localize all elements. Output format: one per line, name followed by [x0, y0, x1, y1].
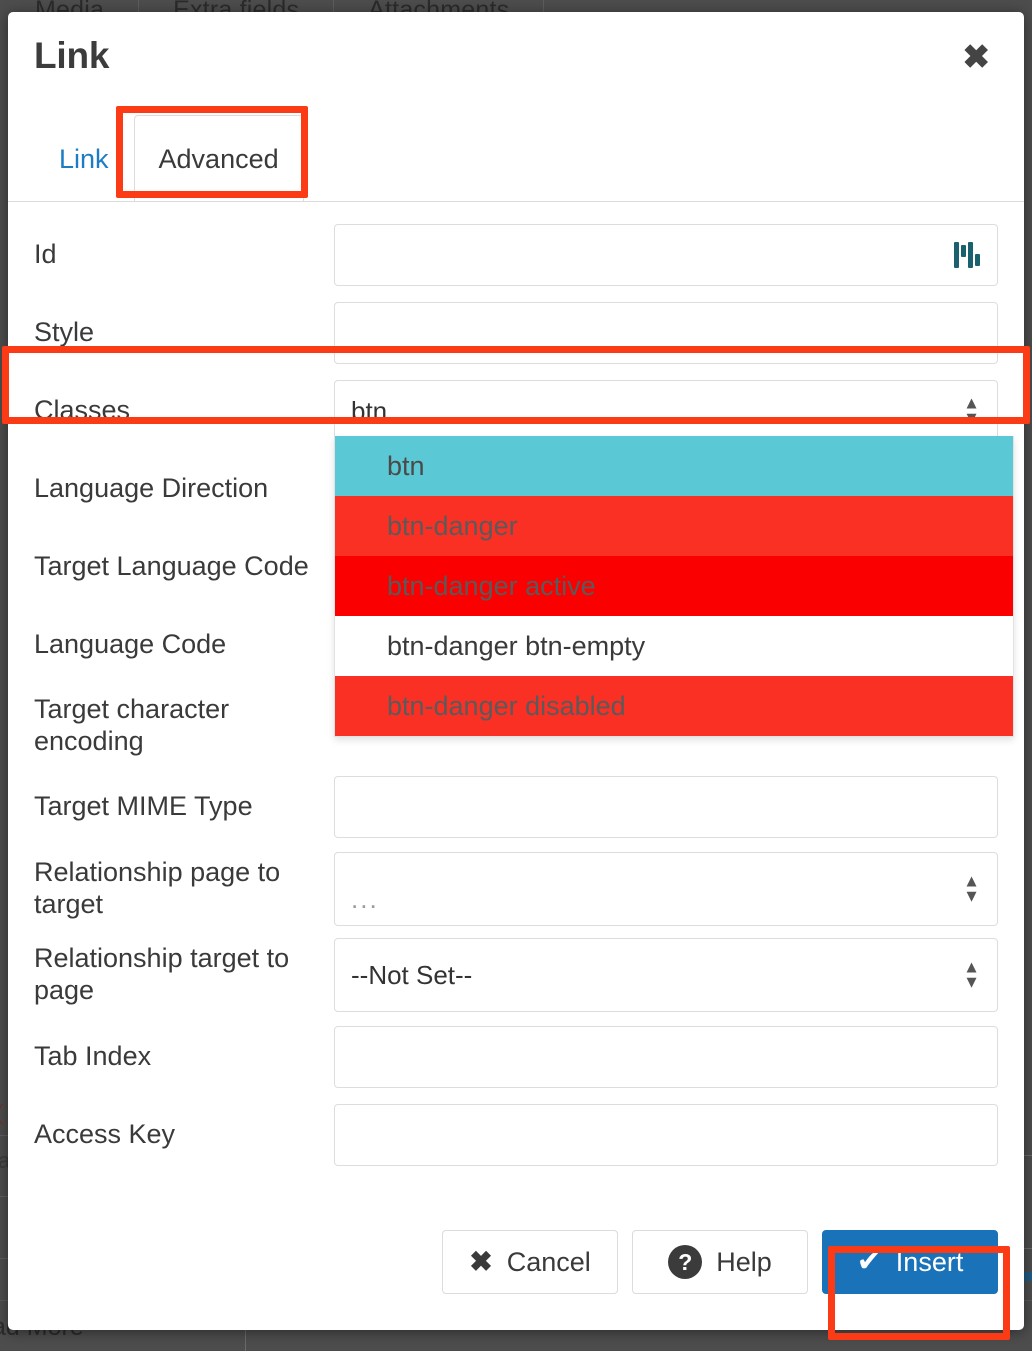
classes-option[interactable]: btn [335, 436, 1013, 496]
field-label-id: Id [34, 239, 334, 271]
help-button-label: Help [716, 1247, 772, 1278]
tab-index-field[interactable] [334, 1026, 998, 1088]
check-icon: ✔ [857, 1247, 882, 1277]
field-label-target-mime-type: Target MIME Type [34, 791, 334, 823]
question-icon: ? [668, 1245, 702, 1279]
chevron-updown-icon[interactable]: ▲▼ [963, 962, 980, 989]
form-row-relationship-page-to-target: Relationship page to target ... ▲▼ [34, 846, 998, 932]
relationship-target-to-page-select[interactable]: --Not Set-- [334, 938, 998, 1012]
tab-advanced[interactable]: Advanced [134, 115, 304, 201]
insert-button[interactable]: ✔ Insert [822, 1230, 998, 1294]
dialog-tabs: Link Advanced [8, 100, 1024, 202]
field-label-target-language-code: Target Language Code [34, 551, 334, 583]
tab-link[interactable]: Link [34, 115, 134, 201]
classes-option[interactable]: btn-danger disabled [335, 676, 1013, 736]
field-label-language-code: Language Code [34, 629, 334, 661]
help-button[interactable]: ? Help [632, 1230, 808, 1294]
password-manager-icon[interactable] [954, 242, 980, 268]
access-key-field[interactable] [334, 1104, 998, 1166]
relationship-page-to-target-value: ... [351, 884, 379, 915]
insert-button-label: Insert [896, 1247, 964, 1278]
form-row-style: Style [34, 294, 998, 372]
page-title: Link [34, 35, 109, 77]
field-label-style: Style [34, 317, 334, 349]
relationship-target-to-page-value: --Not Set-- [351, 960, 472, 991]
target-mime-type-field[interactable] [334, 776, 998, 838]
chevron-updown-icon[interactable]: ▲▼ [963, 876, 980, 903]
form-row-id: Id [34, 216, 998, 294]
classes-option[interactable]: btn-danger btn-empty [335, 616, 1013, 676]
relationship-page-to-target-select[interactable]: ... [334, 852, 998, 926]
background-faint-mark: ( [0, 1100, 3, 1126]
chevron-updown-icon[interactable]: ▲▼ [963, 398, 980, 425]
classes-select-value: btn [351, 396, 387, 427]
id-field[interactable] [334, 224, 998, 286]
classes-select[interactable]: btn [334, 380, 998, 442]
x-icon: ✖ [469, 1248, 492, 1276]
field-label-language-direction: Language Direction [34, 473, 334, 505]
cancel-button[interactable]: ✖ Cancel [442, 1230, 618, 1294]
classes-dropdown-list[interactable]: btnbtn-dangerbtn-danger activebtn-danger… [334, 436, 1014, 737]
classes-option[interactable]: btn-danger active [335, 556, 1013, 616]
form-row-target-mime-type: Target MIME Type [34, 768, 998, 846]
link-dialog: Link ✖ Link Advanced Id Style [8, 12, 1024, 1330]
close-icon[interactable]: ✖ [954, 36, 998, 77]
form-row-tab-index: Tab Index [34, 1018, 998, 1096]
field-label-classes: Classes [34, 395, 334, 427]
field-label-tab-index: Tab Index [34, 1041, 334, 1073]
field-label-relationship-target-to-page: Relationship target to page [34, 943, 334, 1007]
classes-option[interactable]: btn-danger [335, 496, 1013, 556]
field-label-relationship-page-to-target: Relationship page to target [34, 857, 334, 921]
cancel-button-label: Cancel [507, 1247, 591, 1278]
style-field[interactable] [334, 302, 998, 364]
form-row-access-key: Access Key [34, 1096, 998, 1174]
field-label-access-key: Access Key [34, 1119, 334, 1151]
field-label-target-character-encoding: Target character encoding [34, 694, 334, 758]
dialog-header: Link ✖ [8, 12, 1024, 100]
form-row-relationship-target-to-page: Relationship target to page --Not Set-- … [34, 932, 998, 1018]
dialog-footer: ✖ Cancel ? Help ✔ Insert [8, 1208, 1024, 1330]
